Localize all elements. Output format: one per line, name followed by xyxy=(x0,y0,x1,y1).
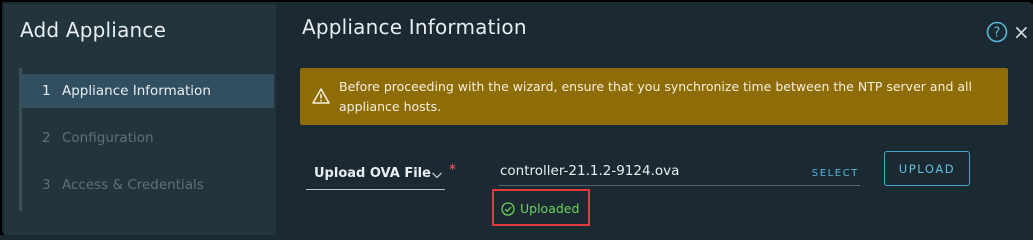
step-appliance-information[interactable]: 1 Appliance Information xyxy=(22,74,274,108)
wizard-title: Add Appliance xyxy=(20,18,167,42)
wizard-content: Appliance Information ? × Before proceed… xyxy=(276,4,1033,235)
step-access-credentials[interactable]: 3 Access & Credentials xyxy=(22,168,274,202)
chevron-down-icon xyxy=(432,172,442,179)
status-text: Uploaded xyxy=(520,201,580,216)
wizard-sidebar: Add Appliance 1 Appliance Information 2 … xyxy=(4,4,276,235)
required-marker: * xyxy=(449,162,456,178)
add-appliance-dialog: Add Appliance 1 Appliance Information 2 … xyxy=(0,0,1033,235)
page-title: Appliance Information xyxy=(302,15,527,39)
select-file-link[interactable]: SELECT xyxy=(812,168,859,179)
close-icon[interactable]: × xyxy=(1013,22,1031,42)
step-label: Configuration xyxy=(62,130,154,146)
step-number: 2 xyxy=(42,130,51,146)
step-number: 3 xyxy=(42,177,51,193)
upload-source-select[interactable]: Upload OVA File xyxy=(306,162,445,190)
step-label: Appliance Information xyxy=(62,83,211,99)
alert-message: Before proceeding with the wizard, ensur… xyxy=(339,79,972,114)
file-name: controller-21.1.2-9124.ova xyxy=(500,163,680,179)
upload-status: Uploaded xyxy=(492,189,590,226)
help-icon[interactable]: ? xyxy=(986,21,1008,43)
file-name-field[interactable]: controller-21.1.2-9124.ova SELECT xyxy=(498,160,860,186)
upload-source-value: Upload OVA File xyxy=(314,166,431,181)
upload-button[interactable]: UPLOAD xyxy=(884,151,970,186)
step-configuration[interactable]: 2 Configuration xyxy=(22,121,274,155)
warning-icon xyxy=(312,88,330,104)
check-circle-icon xyxy=(501,202,515,216)
step-number: 1 xyxy=(42,83,51,99)
svg-text:?: ? xyxy=(994,26,1001,41)
warning-alert: Before proceeding with the wizard, ensur… xyxy=(300,68,1008,125)
step-label: Access & Credentials xyxy=(62,177,204,193)
